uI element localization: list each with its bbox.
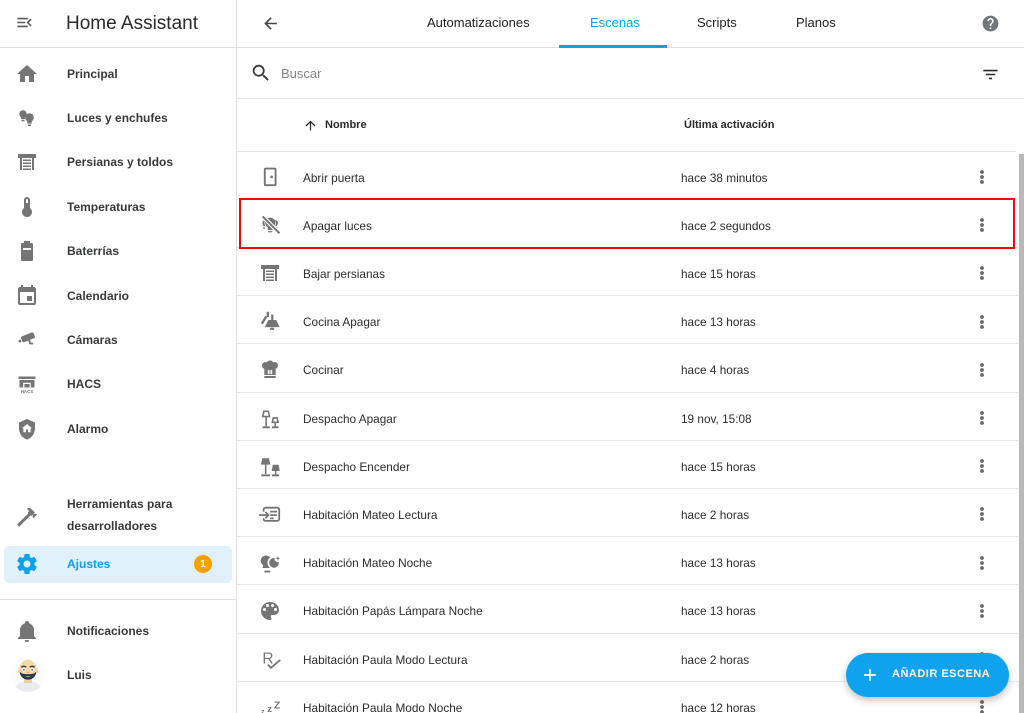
svg-text:z: z [261, 708, 265, 713]
svg-text:z: z [267, 704, 272, 713]
svg-text:HACS: HACS [21, 389, 34, 394]
svg-text:Z: Z [274, 700, 281, 712]
